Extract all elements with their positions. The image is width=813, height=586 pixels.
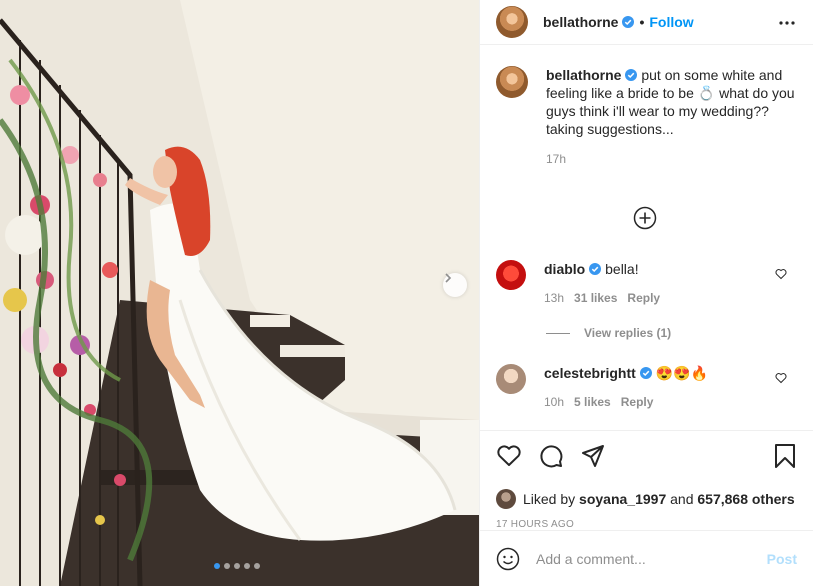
- verified-badge-icon: [639, 367, 652, 379]
- comment-item: diablo bella! 13h 31 likes Reply: [496, 260, 797, 307]
- heart-icon[interactable]: [775, 268, 787, 280]
- comment-reply-button[interactable]: Reply: [627, 289, 660, 307]
- chevron-right-icon: [445, 273, 452, 283]
- post-photo[interactable]: [0, 0, 479, 586]
- follow-separator: •: [639, 14, 645, 30]
- verified-badge-icon: [622, 16, 635, 28]
- liker-avatar[interactable]: [496, 489, 516, 509]
- more-options-icon[interactable]: [777, 13, 797, 33]
- comment-time: 10h: [544, 395, 565, 409]
- commenter-avatar[interactable]: [496, 260, 526, 290]
- post-caption: bellathorne put on some white and feelin…: [496, 66, 797, 166]
- caption-author-avatar[interactable]: [496, 66, 528, 98]
- comment-likes[interactable]: 5 likes: [574, 393, 611, 411]
- post-side-panel: bellathorne • Follow bellathorne put on …: [479, 0, 813, 586]
- comment-username[interactable]: celestebrightt: [544, 365, 636, 381]
- likes-prefix: Liked by: [523, 491, 576, 507]
- verified-badge-icon: [625, 69, 638, 81]
- comment-time: 13h: [544, 291, 565, 305]
- carousel-dot: [234, 563, 240, 569]
- bookmark-icon[interactable]: [773, 443, 797, 469]
- comment-username[interactable]: diablo: [544, 261, 585, 277]
- comments-area: bellathorne put on some white and feelin…: [496, 66, 797, 409]
- author-avatar[interactable]: [496, 6, 528, 38]
- post-actions: Liked by soyana_1997 and 657,868 others …: [480, 430, 813, 530]
- commenter-avatar[interactable]: [496, 364, 526, 394]
- carousel-dot: [224, 563, 230, 569]
- comment-text: 😍😍🔥: [655, 365, 708, 381]
- liker-username[interactable]: soyana_1997: [579, 491, 666, 507]
- author-username[interactable]: bellathorne: [543, 14, 618, 30]
- heart-icon[interactable]: [775, 372, 787, 384]
- carousel-dot: [244, 563, 250, 569]
- comment-reply-button[interactable]: Reply: [621, 393, 654, 411]
- caption-username[interactable]: bellathorne: [546, 67, 621, 83]
- comment-meta: 13h 31 likes Reply: [544, 289, 660, 307]
- replies-divider: [546, 332, 570, 334]
- comment-composer: Post: [480, 530, 813, 586]
- comment-icon[interactable]: [538, 443, 564, 469]
- comment-text: bella!: [605, 261, 639, 277]
- carousel-dot-active: [214, 563, 220, 569]
- heart-icon[interactable]: [496, 443, 522, 469]
- view-replies-label: View replies (1): [584, 326, 672, 340]
- post-header: bellathorne • Follow: [480, 0, 813, 45]
- caption-timestamp: 17h: [546, 152, 567, 166]
- comment-meta: 10h 5 likes Reply: [544, 393, 708, 411]
- carousel-dot: [254, 563, 260, 569]
- action-icons: [496, 443, 797, 469]
- post-age: 17 HOURS AGO: [496, 519, 575, 530]
- comment-likes[interactable]: 31 likes: [574, 289, 617, 307]
- likes-count[interactable]: 657,868 others: [697, 491, 794, 507]
- likes-connector: and: [670, 491, 694, 507]
- load-more-comments-icon[interactable]: [633, 206, 657, 230]
- verified-badge-icon: [589, 263, 602, 275]
- carousel-indicator: [214, 563, 260, 569]
- post-comment-button[interactable]: Post: [767, 551, 797, 567]
- likes-summary: Liked by soyana_1997 and 657,868 others: [496, 489, 797, 509]
- comment-item: celestebrightt 😍😍🔥 10h 5 likes Reply: [496, 364, 797, 411]
- follow-button[interactable]: Follow: [649, 14, 693, 30]
- comment-input[interactable]: [536, 550, 746, 567]
- view-replies-button[interactable]: View replies (1): [546, 326, 671, 340]
- share-icon[interactable]: [580, 443, 606, 469]
- photo-illustration: [0, 0, 479, 586]
- emoji-icon[interactable]: [496, 547, 520, 571]
- next-slide-button[interactable]: [443, 273, 467, 297]
